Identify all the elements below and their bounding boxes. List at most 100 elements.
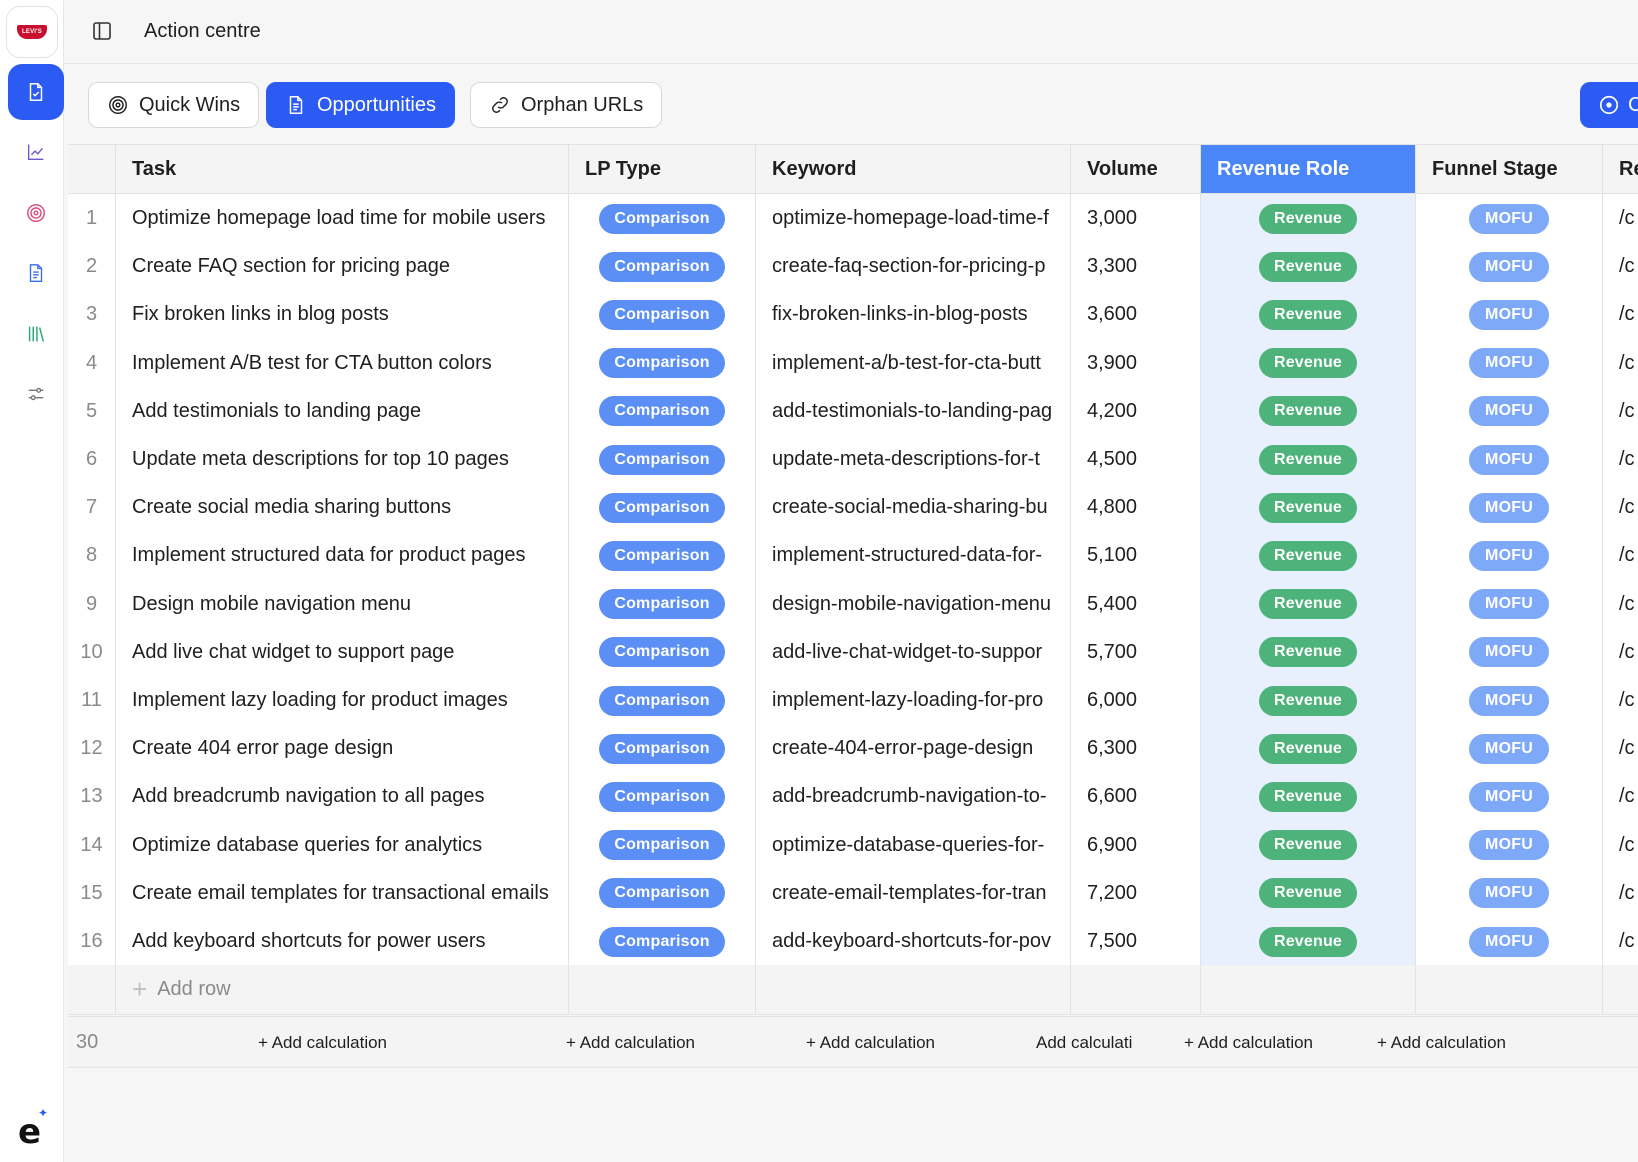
column-header-task[interactable]: Task <box>116 144 569 194</box>
revenue-role-cell[interactable]: Revenue <box>1201 724 1416 775</box>
lp-type-cell[interactable]: Comparison <box>569 435 756 485</box>
funnel-stage-cell[interactable]: MOFU <box>1416 724 1603 775</box>
add-calculation-button[interactable]: + Add calculation <box>258 1033 387 1053</box>
task-cell[interactable]: Add keyboard shortcuts for power users <box>116 917 569 967</box>
lp-type-cell[interactable]: Comparison <box>569 627 756 678</box>
funnel-stage-cell[interactable]: MOFU <box>1416 868 1603 919</box>
volume-cell[interactable]: 6,000 <box>1071 676 1201 726</box>
task-cell[interactable]: Optimize database queries for analytics <box>116 820 569 871</box>
re-cell[interactable]: /c <box>1603 772 1638 823</box>
keyword-cell[interactable]: add-testimonials-to-landing-pag <box>756 386 1071 437</box>
task-cell[interactable]: Implement A/B test for CTA button colors <box>116 338 569 389</box>
keyword-cell[interactable]: optimize-homepage-load-time-f <box>756 194 1071 244</box>
revenue-role-cell[interactable]: Revenue <box>1201 531 1416 582</box>
lp-type-cell[interactable]: Comparison <box>569 386 756 437</box>
re-cell[interactable]: /c <box>1603 917 1638 967</box>
lp-type-cell[interactable]: Comparison <box>569 338 756 389</box>
revenue-role-cell[interactable]: Revenue <box>1201 290 1416 341</box>
volume-cell[interactable]: 7,200 <box>1071 868 1201 919</box>
revenue-role-cell[interactable]: Revenue <box>1201 194 1416 244</box>
sidebar-item-analytics[interactable] <box>8 124 64 180</box>
task-cell[interactable]: Update meta descriptions for top 10 page… <box>116 435 569 485</box>
task-cell[interactable]: Optimize homepage load time for mobile u… <box>116 194 569 244</box>
task-cell[interactable]: Add live chat widget to support page <box>116 627 569 678</box>
keyword-cell[interactable]: create-404-error-page-design <box>756 724 1071 775</box>
re-cell[interactable]: /c <box>1603 579 1638 630</box>
revenue-role-cell[interactable]: Revenue <box>1201 772 1416 823</box>
lp-type-cell[interactable]: Comparison <box>569 531 756 582</box>
sidebar-item-documents[interactable] <box>8 245 64 301</box>
re-cell[interactable]: /c <box>1603 290 1638 341</box>
lp-type-cell[interactable]: Comparison <box>569 917 756 967</box>
task-cell[interactable]: Create social media sharing buttons <box>116 483 569 534</box>
task-cell[interactable]: Create email templates for transactional… <box>116 868 569 919</box>
task-cell[interactable]: Add testimonials to landing page <box>116 386 569 437</box>
sidebar-item-targets[interactable] <box>8 185 64 241</box>
funnel-stage-cell[interactable]: MOFU <box>1416 917 1603 967</box>
re-cell[interactable]: /c <box>1603 820 1638 871</box>
lp-type-cell[interactable]: Comparison <box>569 772 756 823</box>
keyword-cell[interactable]: add-live-chat-widget-to-suppor <box>756 627 1071 678</box>
lp-type-cell[interactable]: Comparison <box>569 242 756 293</box>
add-calculation-button[interactable]: + Add calculation <box>806 1033 935 1053</box>
re-cell[interactable]: /c <box>1603 338 1638 389</box>
brand-logo[interactable]: LEVI'S <box>6 6 58 58</box>
task-cell[interactable]: Implement lazy loading for product image… <box>116 676 569 726</box>
task-cell[interactable]: Create FAQ section for pricing page <box>116 242 569 293</box>
funnel-stage-cell[interactable]: MOFU <box>1416 386 1603 437</box>
column-header-revenue-role[interactable]: Revenue Role <box>1201 144 1416 194</box>
add-calculation-button[interactable]: + Add calculation <box>1184 1033 1313 1053</box>
volume-cell[interactable]: 6,900 <box>1071 820 1201 871</box>
lp-type-cell[interactable]: Comparison <box>569 676 756 726</box>
re-cell[interactable]: /c <box>1603 242 1638 293</box>
revenue-role-cell[interactable]: Revenue <box>1201 917 1416 967</box>
keyword-cell[interactable]: create-social-media-sharing-bu <box>756 483 1071 534</box>
keyword-cell[interactable]: implement-a/b-test-for-cta-butt <box>756 338 1071 389</box>
column-header-funnel-stage[interactable]: Funnel Stage <box>1416 144 1603 194</box>
re-cell[interactable]: /c <box>1603 868 1638 919</box>
re-cell[interactable]: /c <box>1603 676 1638 726</box>
keyword-cell[interactable]: add-keyboard-shortcuts-for-pov <box>756 917 1071 967</box>
lp-type-cell[interactable]: Comparison <box>569 579 756 630</box>
revenue-role-cell[interactable]: Revenue <box>1201 820 1416 871</box>
revenue-role-cell[interactable]: Revenue <box>1201 338 1416 389</box>
funnel-stage-cell[interactable]: MOFU <box>1416 531 1603 582</box>
column-header-keyword[interactable]: Keyword <box>756 144 1071 194</box>
column-header-re[interactable]: Re <box>1603 144 1638 194</box>
keyword-cell[interactable]: create-email-templates-for-tran <box>756 868 1071 919</box>
re-cell[interactable]: /c <box>1603 386 1638 437</box>
sidebar-item-settings[interactable] <box>8 366 64 422</box>
task-cell[interactable]: Implement structured data for product pa… <box>116 531 569 582</box>
column-header-lp-type[interactable]: LP Type <box>569 144 756 194</box>
funnel-stage-cell[interactable]: MOFU <box>1416 772 1603 823</box>
keyword-cell[interactable]: optimize-database-queries-for- <box>756 820 1071 871</box>
re-cell[interactable]: /c <box>1603 194 1638 244</box>
primary-action-button[interactable]: C <box>1580 82 1638 128</box>
add-calculation-button[interactable]: + Add calculation <box>1377 1033 1506 1053</box>
volume-cell[interactable]: 7,500 <box>1071 917 1201 967</box>
re-cell[interactable]: /c <box>1603 627 1638 678</box>
lp-type-cell[interactable]: Comparison <box>569 483 756 534</box>
volume-cell[interactable]: 3,900 <box>1071 338 1201 389</box>
keyword-cell[interactable]: fix-broken-links-in-blog-posts <box>756 290 1071 341</box>
volume-cell[interactable]: 4,500 <box>1071 435 1201 485</box>
sidebar-toggle-icon[interactable] <box>92 21 112 41</box>
keyword-cell[interactable]: create-faq-section-for-pricing-p <box>756 242 1071 293</box>
volume-cell[interactable]: 3,600 <box>1071 290 1201 341</box>
keyword-cell[interactable]: implement-lazy-loading-for-pro <box>756 676 1071 726</box>
keyword-cell[interactable]: add-breadcrumb-navigation-to- <box>756 772 1071 823</box>
sidebar-item-library[interactable] <box>8 306 64 362</box>
funnel-stage-cell[interactable]: MOFU <box>1416 242 1603 293</box>
revenue-role-cell[interactable]: Revenue <box>1201 435 1416 485</box>
revenue-role-cell[interactable]: Revenue <box>1201 483 1416 534</box>
add-calculation-button[interactable]: Add calculati <box>1036 1033 1140 1053</box>
funnel-stage-cell[interactable]: MOFU <box>1416 627 1603 678</box>
volume-cell[interactable]: 3,300 <box>1071 242 1201 293</box>
volume-cell[interactable]: 4,200 <box>1071 386 1201 437</box>
funnel-stage-cell[interactable]: MOFU <box>1416 579 1603 630</box>
volume-cell[interactable]: 4,800 <box>1071 483 1201 534</box>
revenue-role-cell[interactable]: Revenue <box>1201 676 1416 726</box>
task-cell[interactable]: Create 404 error page design <box>116 724 569 775</box>
volume-cell[interactable]: 6,300 <box>1071 724 1201 775</box>
tab-opportunities[interactable]: Opportunities <box>266 82 455 128</box>
